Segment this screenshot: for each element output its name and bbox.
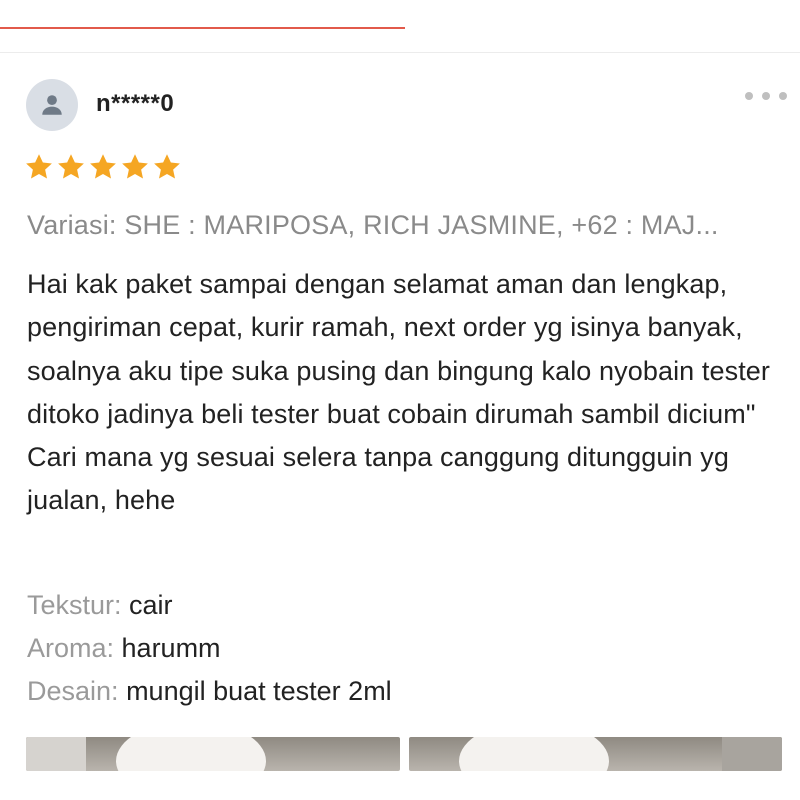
review-photo-thumbnail[interactable]: [26, 737, 400, 771]
star-icon: [122, 154, 148, 179]
avatar[interactable]: [26, 79, 78, 131]
attribute-row-texture: Tekstur: cair: [27, 584, 787, 627]
review-photo-thumbnail[interactable]: [408, 737, 782, 771]
attribute-label: Tekstur:: [27, 590, 130, 620]
star-icon: [90, 154, 116, 179]
more-dots-icon: [745, 92, 753, 100]
attribute-value: harumm: [121, 633, 221, 663]
tab-indicator: [0, 27, 405, 29]
attribute-row-aroma: Aroma: harumm: [27, 627, 787, 670]
attribute-value: mungil buat tester 2ml: [126, 676, 392, 706]
star-icon: [154, 154, 180, 179]
attribute-label: Aroma:: [27, 633, 122, 663]
user-icon: [42, 95, 62, 115]
attribute-row-design: Desain: mungil buat tester 2ml: [27, 670, 787, 713]
reviewer-name: n*****0: [96, 90, 175, 117]
top-bar: [0, 0, 800, 53]
attribute-label: Desain:: [27, 676, 127, 706]
star-rating: [24, 152, 182, 182]
review-text: Hai kak paket sampai dengan selamat aman…: [27, 269, 771, 516]
star-icon: [58, 154, 84, 179]
star-icon: [26, 154, 52, 179]
review-attributes: Tekstur: cair Aroma: harumm Desain: mung…: [27, 584, 787, 713]
attribute-value: cair: [129, 590, 173, 620]
review-photos: [26, 737, 782, 771]
more-options-button[interactable]: [745, 85, 787, 107]
variation-text: Variasi: SHE : MARIPOSA, RICH JASMINE, +…: [27, 210, 719, 240]
